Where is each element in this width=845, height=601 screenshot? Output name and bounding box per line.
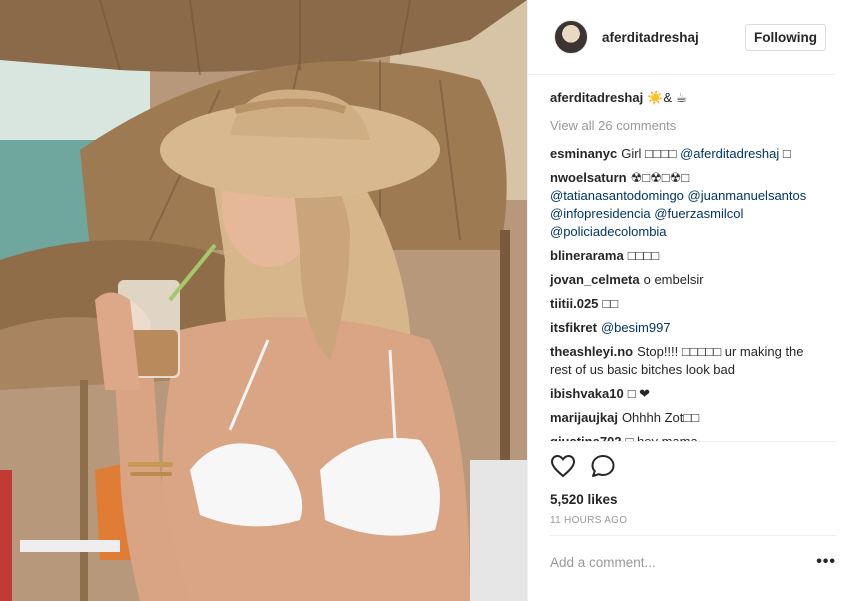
comment-item: theashleyi.no Stop!!!! □□□□□ ur making th… [550, 343, 826, 379]
comment-items: esminanyc Girl □□□□ @aferditadreshaj □ nwo… [550, 145, 826, 441]
likes-count[interactable]: 5,520 likes [550, 492, 836, 507]
comment-text: ☢□☢□☢□ [630, 170, 690, 185]
comment-text: Ohhhh Zot□□ [621, 410, 700, 425]
more-options-icon[interactable]: ••• [816, 553, 836, 571]
caption-text: ☀️& ☕ [647, 90, 688, 105]
following-button[interactable]: Following [745, 23, 826, 51]
comment-item: gjustina702 □ hey mama [550, 433, 826, 441]
comments-list: aferditadreshaj ☀️& ☕ View all 26 comment… [528, 75, 836, 441]
comment-mention[interactable]: @juanmanuelsantos [688, 188, 807, 203]
comment-mention[interactable]: @infopresidencia [550, 206, 651, 221]
comment-text: o embelsir [643, 272, 704, 287]
post-actions: 5,520 likes 11 HOURS AGO [550, 441, 836, 529]
caption: aferditadreshaj ☀️& ☕ [550, 89, 826, 107]
post-timestamp: 11 HOURS AGO [550, 515, 628, 526]
comment-text: Girl □□□□ [621, 146, 681, 161]
add-comment-bar: ••• [550, 535, 836, 588]
instagram-post: aferditadreshaj Following aferditadresha… [0, 0, 845, 601]
comment-username[interactable]: theashleyi.no [550, 344, 633, 359]
comment-mention[interactable]: @policiadecolombia [550, 224, 667, 239]
add-comment-input[interactable] [550, 554, 817, 570]
action-icons [550, 452, 836, 480]
avatar[interactable] [554, 20, 588, 54]
comment-item: esminanyc Girl □□□□ @aferditadreshaj □ [550, 145, 826, 163]
comment-username[interactable]: itsfikret [550, 320, 597, 335]
comment-text: □ [779, 146, 791, 161]
comment-username[interactable]: gjustina702 [550, 434, 622, 441]
comment-bubble-icon[interactable] [590, 454, 616, 478]
comment-item: marijaujkaj Ohhhh Zot□□ [550, 409, 826, 427]
comment-text: □□ [602, 296, 619, 311]
comment-item: tiitii.025 □□ [550, 295, 826, 313]
comment-text: □□□□ [627, 248, 660, 263]
comment-item: jovan_celmeta o embelsir [550, 271, 826, 289]
comment-mention[interactable]: @tatianasantodomingo [550, 188, 684, 203]
comment-username[interactable]: ibishvaka10 [550, 386, 624, 401]
post-side-panel: aferditadreshaj Following aferditadresha… [527, 0, 845, 601]
comment-mention[interactable]: @besim997 [601, 320, 671, 335]
comment-username[interactable]: blinerarama [550, 248, 624, 263]
heart-icon[interactable] [550, 454, 576, 478]
comment-item: ibishvaka10 □ ❤ [550, 385, 826, 403]
comment-text: □ ❤ [627, 386, 651, 401]
comment-username[interactable]: marijaujkaj [550, 410, 618, 425]
comment-item: blinerarama □□□□ [550, 247, 826, 265]
comment-item: itsfikret @besim997 [550, 319, 826, 337]
comment-mention[interactable]: @aferditadreshaj [680, 146, 779, 161]
comment-username[interactable]: tiitii.025 [550, 296, 598, 311]
post-username[interactable]: aferditadreshaj [602, 30, 745, 45]
comment-item: nwoelsaturn ☢□☢□☢□ @tatianasantodomingo @… [550, 169, 826, 241]
post-photo[interactable] [0, 0, 527, 601]
comment-username[interactable]: jovan_celmeta [550, 272, 640, 287]
comment-text: □ hey mama [626, 434, 698, 441]
comment-mention[interactable]: @fuerzasmilcol [654, 206, 743, 221]
comment-username[interactable]: esminanyc [550, 146, 617, 161]
view-all-comments-link[interactable]: View all 26 comments [550, 117, 826, 135]
post-header: aferditadreshaj Following [528, 0, 836, 75]
beach-photo-illustration [0, 0, 527, 601]
comment-username[interactable]: nwoelsaturn [550, 170, 627, 185]
caption-username[interactable]: aferditadreshaj [550, 90, 643, 105]
